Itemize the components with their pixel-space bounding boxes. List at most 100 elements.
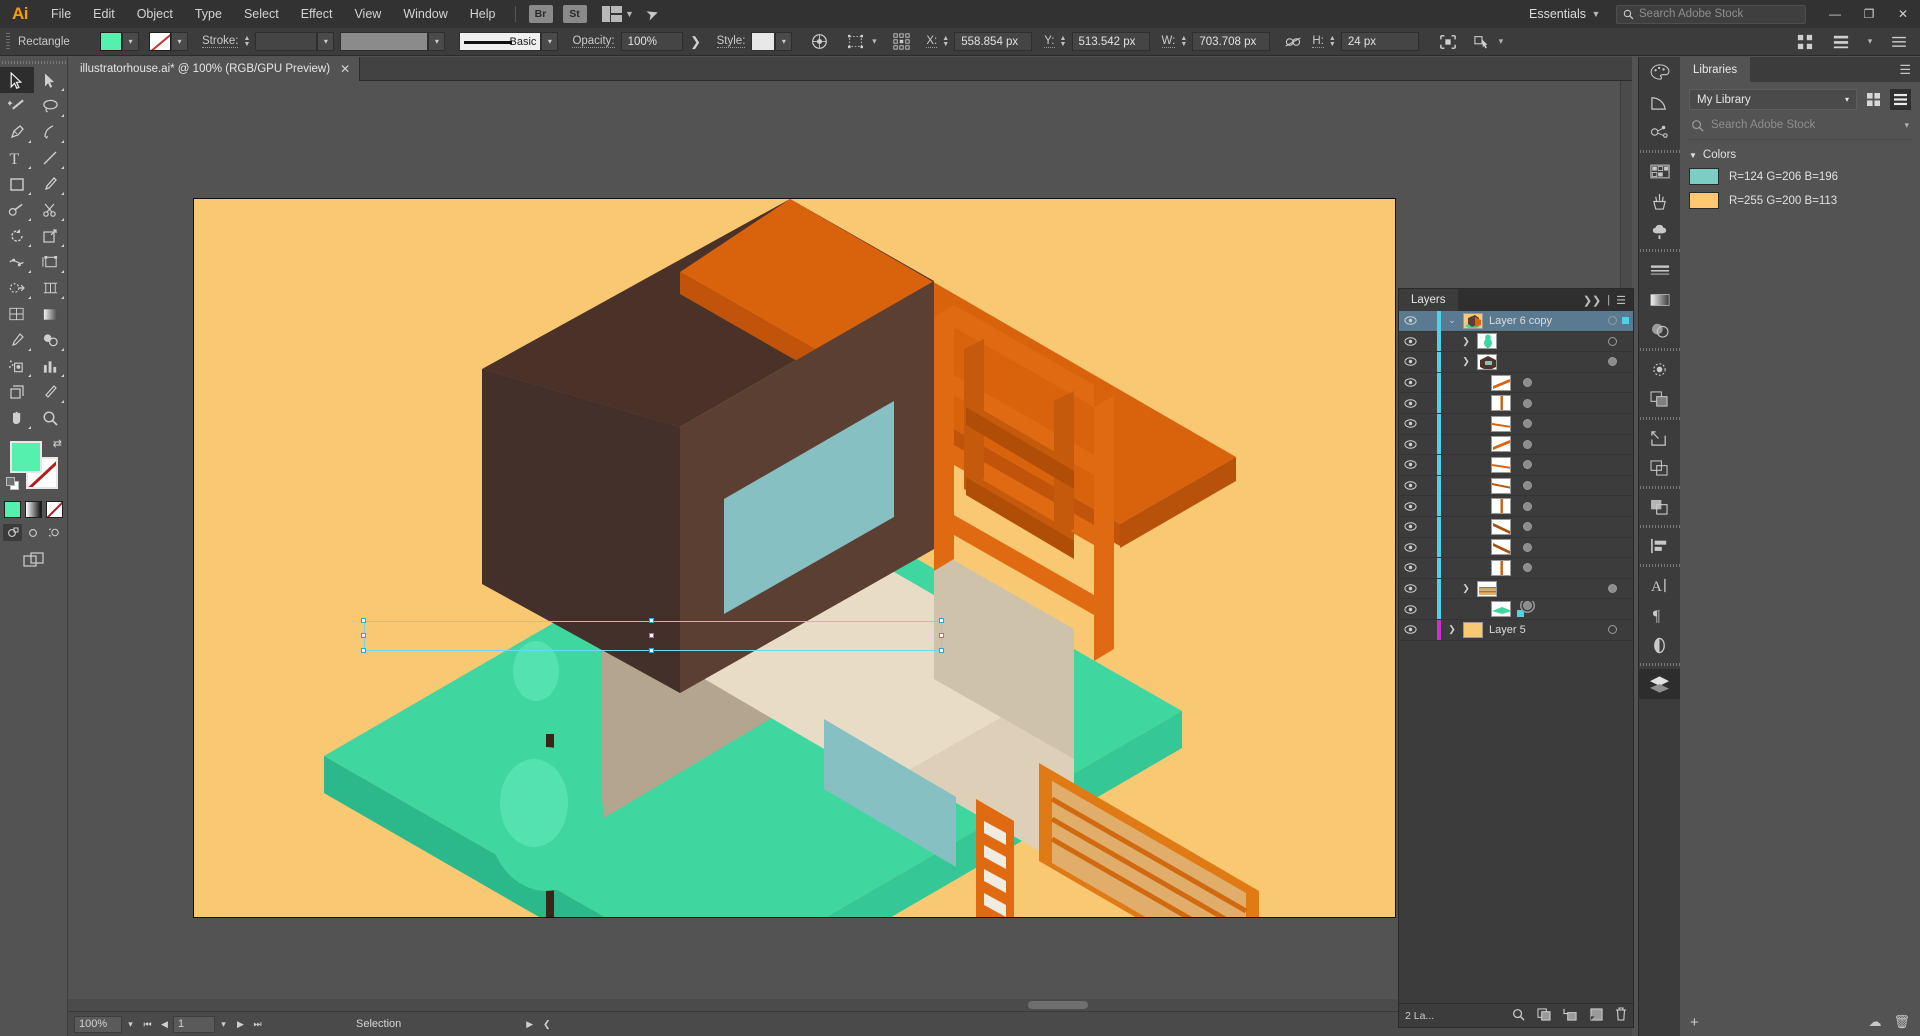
search-chevron-down-icon[interactable]: ▾ <box>1904 120 1909 131</box>
layer-disclosure-triangle-icon[interactable]: ⌄ <box>1441 315 1463 326</box>
width-tool[interactable] <box>0 249 34 275</box>
stroke-swatch[interactable] <box>149 32 171 51</box>
layer-visibility-toggle[interactable] <box>1399 625 1421 634</box>
rectangle-tool[interactable] <box>0 171 34 197</box>
layer-visibility-toggle[interactable] <box>1399 419 1421 428</box>
selection-handle[interactable] <box>361 633 366 638</box>
gradient-tool[interactable] <box>34 301 68 327</box>
transform-panel-icon[interactable] <box>842 31 868 53</box>
layer-row[interactable] <box>1399 496 1633 517</box>
layer-disclosure-triangle-icon[interactable]: ❯ <box>1455 336 1477 347</box>
layer-visibility-toggle[interactable] <box>1399 440 1421 449</box>
dock-group-grip[interactable] <box>1639 660 1680 669</box>
grid-view-button[interactable] <box>1863 89 1884 110</box>
layers-icon[interactable] <box>1639 669 1680 699</box>
document-setup-icon[interactable] <box>1792 31 1818 53</box>
make-clipping-mask-icon[interactable] <box>1537 1008 1551 1024</box>
perspective-grid-tool[interactable] <box>34 275 68 301</box>
fill-swatch[interactable] <box>100 32 122 51</box>
menu-object[interactable]: Object <box>126 0 184 28</box>
gradient-fill-button[interactable] <box>25 501 42 518</box>
layer-row[interactable] <box>1399 538 1633 559</box>
library-color-item[interactable]: R=124 G=206 B=196 <box>1689 168 1911 185</box>
layer-visibility-toggle[interactable] <box>1399 563 1421 572</box>
layer-row[interactable] <box>1399 414 1633 435</box>
layer-row[interactable] <box>1399 476 1633 497</box>
screen-mode-button[interactable] <box>0 551 67 569</box>
w-input[interactable]: 703.708 px <box>1192 32 1270 51</box>
layer-target-indicator[interactable] <box>1517 502 1537 511</box>
menu-help[interactable]: Help <box>459 0 507 28</box>
colors-group-header[interactable]: ▼ Colors <box>1689 149 1911 161</box>
artboard-tool[interactable] <box>0 379 34 405</box>
x-input[interactable]: 558.854 px <box>954 32 1032 51</box>
pen-tool[interactable] <box>0 119 34 145</box>
artwork-isometric-house[interactable] <box>194 199 1395 917</box>
blend-tool[interactable] <box>34 327 68 353</box>
document-tab[interactable]: illustratorhouse.ai* @ 100% (RGB/GPU Pre… <box>68 57 360 81</box>
selection-handle[interactable] <box>649 618 654 623</box>
first-artboard-button[interactable]: ⏮ <box>139 1016 156 1033</box>
library-color-item[interactable]: R=255 G=200 B=113 <box>1689 192 1911 209</box>
create-new-layer-icon[interactable] <box>1590 1008 1603 1024</box>
opacity-options-icon[interactable]: ❯ <box>683 31 709 53</box>
selection-handle[interactable] <box>649 633 654 638</box>
layer-name[interactable] <box>1517 601 1633 617</box>
layer-name[interactable] <box>1517 502 1633 511</box>
artboard[interactable] <box>193 198 1396 918</box>
layer-visibility-toggle[interactable] <box>1399 337 1421 346</box>
tools-panel-grip[interactable] <box>0 57 67 67</box>
layer-disclosure-triangle-icon[interactable]: ❯ <box>1441 624 1463 635</box>
tab-layers[interactable]: Layers <box>1399 289 1458 311</box>
layer-row[interactable] <box>1399 455 1633 476</box>
layer-visibility-toggle[interactable] <box>1399 399 1421 408</box>
selection-handle[interactable] <box>939 633 944 638</box>
selection-handle[interactable] <box>939 648 944 653</box>
draw-inside-button[interactable] <box>45 524 64 541</box>
colors-disclosure-triangle-icon[interactable]: ▼ <box>1689 151 1697 160</box>
control-bar-menu-icon[interactable] <box>1886 31 1912 53</box>
character-icon[interactable]: A <box>1639 570 1680 600</box>
selection-handle[interactable] <box>939 618 944 623</box>
layer-target-indicator[interactable] <box>1602 316 1622 325</box>
align-to-selection-icon[interactable] <box>1435 31 1461 53</box>
menu-type[interactable]: Type <box>184 0 233 28</box>
selection-handle[interactable] <box>361 648 366 653</box>
layer-row[interactable]: ❯ <box>1399 352 1633 373</box>
zoom-chevron-down-icon[interactable]: ▾ <box>122 1016 139 1033</box>
stroke-weight-input[interactable] <box>255 32 317 51</box>
fill-color-swatch[interactable] <box>10 441 42 473</box>
align-reference-icon[interactable] <box>888 31 914 53</box>
layer-row[interactable] <box>1399 373 1633 394</box>
layer-target-indicator[interactable] <box>1602 357 1622 366</box>
zoom-level-input[interactable]: 100% <box>74 1016 122 1033</box>
x-stepper[interactable]: ▲▼ <box>940 36 951 48</box>
hand-tool[interactable] <box>0 405 34 431</box>
locate-object-icon[interactable] <box>1512 1008 1525 1024</box>
delete-selection-icon[interactable] <box>1615 1007 1627 1024</box>
selection-handle[interactable] <box>361 618 366 623</box>
lasso-tool[interactable] <box>34 93 68 119</box>
brush-chevron-down-icon[interactable]: ▾ <box>541 32 558 51</box>
layer-visibility-toggle[interactable] <box>1399 522 1421 531</box>
slice-tool[interactable] <box>34 379 68 405</box>
layer-name[interactable] <box>1517 440 1633 449</box>
rotate-tool[interactable] <box>0 223 34 249</box>
layer-row[interactable]: ⌄Layer 6 copy <box>1399 311 1633 332</box>
symbol-sprayer-tool[interactable] <box>0 353 34 379</box>
none-fill-button[interactable] <box>46 501 63 518</box>
layer-visibility-toggle[interactable] <box>1399 460 1421 469</box>
layer-target-indicator[interactable] <box>1517 399 1537 408</box>
arrange-documents-icon[interactable] <box>602 6 624 22</box>
layer-row[interactable] <box>1399 599 1633 620</box>
status-menu-button[interactable]: ▶ <box>521 1016 538 1033</box>
graphic-style-swatch[interactable] <box>751 32 775 51</box>
scissors-tool[interactable] <box>34 197 68 223</box>
dock-group-grip[interactable] <box>1639 147 1680 156</box>
layer-name[interactable] <box>1517 563 1633 572</box>
layer-target-indicator[interactable] <box>1517 522 1537 531</box>
layer-target-indicator[interactable] <box>1517 419 1537 428</box>
create-new-sublayer-icon[interactable] <box>1563 1008 1578 1024</box>
variable-width-profile-select[interactable] <box>340 32 428 51</box>
color-swatch[interactable] <box>1689 168 1719 185</box>
